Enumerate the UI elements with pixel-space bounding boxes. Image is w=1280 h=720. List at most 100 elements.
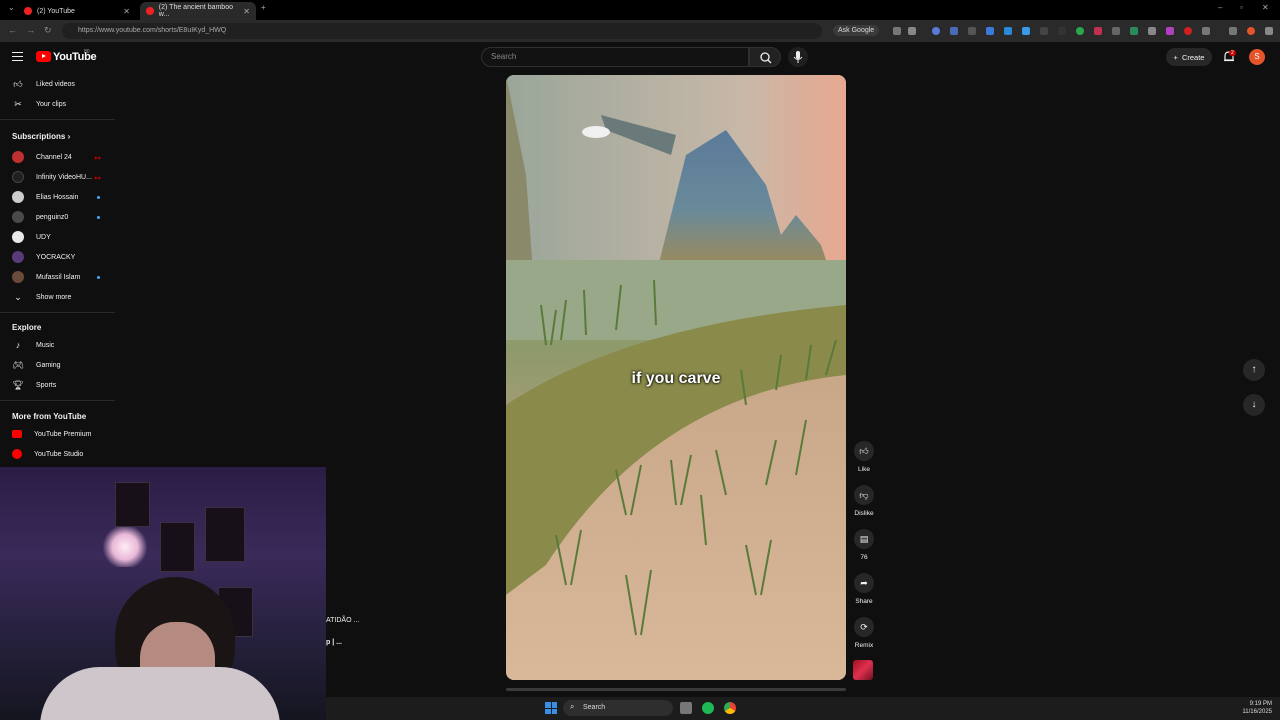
- logo-badge: 80: [84, 49, 90, 55]
- address-bar[interactable]: https://www.youtube.com/shorts/E8uIKyd_H…: [62, 23, 822, 39]
- sidebar-item-infinity-videohu[interactable]: Infinity VideoHU... ◉◉: [0, 167, 115, 187]
- reload-icon[interactable]: ↻: [44, 25, 52, 36]
- sidebar-item-liked-videos[interactable]: 👍︎ Liked videos: [0, 74, 115, 94]
- extension-icon[interactable]: [968, 27, 976, 35]
- extension-icon[interactable]: [1022, 27, 1030, 35]
- tab-youtube[interactable]: (2) YouTube ✕: [18, 2, 136, 20]
- cast-icon[interactable]: [893, 27, 901, 35]
- extension-icon[interactable]: [1004, 27, 1012, 35]
- browser-tab-bar: (2) YouTube ✕ (2) The ancient bamboo w..…: [0, 0, 1280, 20]
- channel-avatar: [12, 171, 24, 183]
- extension-icon[interactable]: [1058, 27, 1066, 35]
- voice-search-button[interactable]: [788, 47, 808, 67]
- back-icon[interactable]: ←: [8, 25, 17, 35]
- extension-icon[interactable]: [1112, 27, 1120, 35]
- like-button[interactable]: 👍︎ Like: [852, 441, 876, 473]
- sidebar-item-your-clips[interactable]: ✂ Your clips: [0, 94, 115, 114]
- spotify-icon[interactable]: [702, 702, 714, 714]
- background-text: ATIDÃO ...: [326, 617, 360, 624]
- dislike-button[interactable]: 👎︎ Dislike: [852, 485, 876, 517]
- create-label: Create: [1181, 52, 1205, 62]
- hamburger-menu-icon[interactable]: [12, 52, 23, 61]
- sidebar-item-label: Infinity VideoHU...: [36, 173, 92, 181]
- sidebar-item-gaming[interactable]: 🎮︎ Gaming: [0, 355, 115, 375]
- windows-start-icon[interactable]: [545, 702, 557, 714]
- menu-icon[interactable]: [1229, 27, 1237, 35]
- sidebar-item-label: YouTube Studio: [34, 450, 84, 458]
- shorts-video-player[interactable]: if you carve: [506, 75, 846, 680]
- sidebar-item-sports[interactable]: 🏆︎ Sports: [0, 375, 115, 395]
- share-arrow-icon: ➦: [854, 573, 874, 593]
- sidebar-item-music[interactable]: ♪ Music: [0, 335, 115, 355]
- wall-picture: [160, 522, 195, 572]
- extension-icon[interactable]: [1094, 27, 1102, 35]
- extension-icon[interactable]: [1184, 27, 1192, 35]
- profile-icon[interactable]: [1247, 27, 1255, 35]
- previous-short-button[interactable]: ↑: [1243, 359, 1265, 381]
- more-from-youtube-heading: More from YouTube: [12, 412, 87, 421]
- share-label: Share: [855, 598, 873, 605]
- window-close-icon[interactable]: ✕: [1262, 3, 1269, 12]
- youtube-logo-icon[interactable]: [36, 51, 51, 62]
- sidebar-item-youtube-studio[interactable]: YouTube Studio: [0, 444, 115, 464]
- comments-button[interactable]: ▤ 76: [852, 529, 876, 561]
- create-button[interactable]: + Create: [1166, 48, 1212, 66]
- live-indicator-icon: ◉◉: [94, 154, 101, 160]
- close-icon[interactable]: ✕: [243, 7, 250, 16]
- sidebar-item-penguinz0[interactable]: penguinz0: [0, 207, 115, 227]
- taskbar-clock[interactable]: 9:19 PM 11/16/2025: [1236, 700, 1272, 716]
- share-button[interactable]: ➦ Share: [852, 573, 876, 605]
- sidebar-item-yocracky[interactable]: YOCRACKY: [0, 247, 115, 267]
- tab-shorts[interactable]: (2) The ancient bamboo w... ✕: [140, 2, 256, 20]
- arrow-up-icon: ↑: [1251, 364, 1257, 375]
- channel-avatar: [12, 231, 24, 243]
- chrome-icon[interactable]: [724, 702, 736, 714]
- sound-thumbnail[interactable]: [853, 660, 873, 680]
- minimize-icon[interactable]: –: [1218, 3, 1222, 12]
- new-content-dot: [97, 215, 100, 219]
- video-caption: if you carve: [631, 370, 721, 387]
- new-content-dot: [97, 195, 100, 199]
- channel-avatar: [12, 211, 24, 223]
- extension-icon[interactable]: [1166, 27, 1174, 35]
- sidebar-item-udy[interactable]: UDY: [0, 227, 115, 247]
- music-note-icon: ♪: [15, 340, 21, 350]
- forward-icon[interactable]: →: [26, 25, 35, 35]
- extension-icon[interactable]: [1076, 27, 1084, 35]
- sidebar-item-label: Mufassil Islam: [36, 273, 81, 281]
- more-icon[interactable]: [1265, 27, 1273, 35]
- windows-taskbar: [326, 697, 1280, 720]
- gamepad-icon: 🎮︎: [12, 359, 24, 370]
- search-button[interactable]: [749, 47, 781, 67]
- extension-icon[interactable]: [1040, 27, 1048, 35]
- youtube-studio-icon: [12, 449, 22, 459]
- account-avatar[interactable]: S: [1249, 49, 1265, 65]
- video-progress-bar[interactable]: [506, 688, 846, 691]
- sidebar-item-mufassil-islam[interactable]: Mufassil Islam: [0, 267, 115, 287]
- extension-icon[interactable]: [950, 27, 958, 35]
- show-more-button[interactable]: ⌄ Show more: [0, 287, 115, 307]
- remix-button[interactable]: ⟳ Remix: [852, 617, 876, 649]
- restore-icon[interactable]: ▫: [1240, 3, 1243, 12]
- extension-icon[interactable]: [1148, 27, 1156, 35]
- ask-google-button[interactable]: Ask Google: [833, 25, 880, 36]
- next-short-button[interactable]: ↓: [1243, 394, 1265, 416]
- close-icon[interactable]: ✕: [123, 7, 130, 16]
- new-content-dot: [97, 275, 100, 279]
- sidebar-item-label: Channel 24: [36, 153, 72, 161]
- extension-icon[interactable]: [932, 27, 940, 35]
- tab-search-icon[interactable]: ⌄: [8, 3, 15, 12]
- new-tab-icon[interactable]: +: [261, 3, 266, 12]
- extension-icon[interactable]: [1130, 27, 1138, 35]
- sidebar-item-channel-24[interactable]: Channel 24 ◉◉: [0, 147, 115, 167]
- extensions-puzzle-icon[interactable]: [1202, 27, 1210, 35]
- extension-icon[interactable]: [986, 27, 994, 35]
- sidebar-item-elias-hossain[interactable]: Elias Hossain: [0, 187, 115, 207]
- youtube-favicon-icon: [24, 7, 32, 15]
- subscriptions-heading[interactable]: Subscriptions ›: [12, 132, 70, 141]
- task-view-icon[interactable]: [680, 702, 692, 714]
- search-input[interactable]: Search: [481, 47, 749, 67]
- taskbar-search[interactable]: Search: [563, 700, 673, 716]
- bookmark-star-icon[interactable]: [908, 27, 916, 35]
- sidebar-item-youtube-premium[interactable]: YouTube Premium: [0, 424, 115, 444]
